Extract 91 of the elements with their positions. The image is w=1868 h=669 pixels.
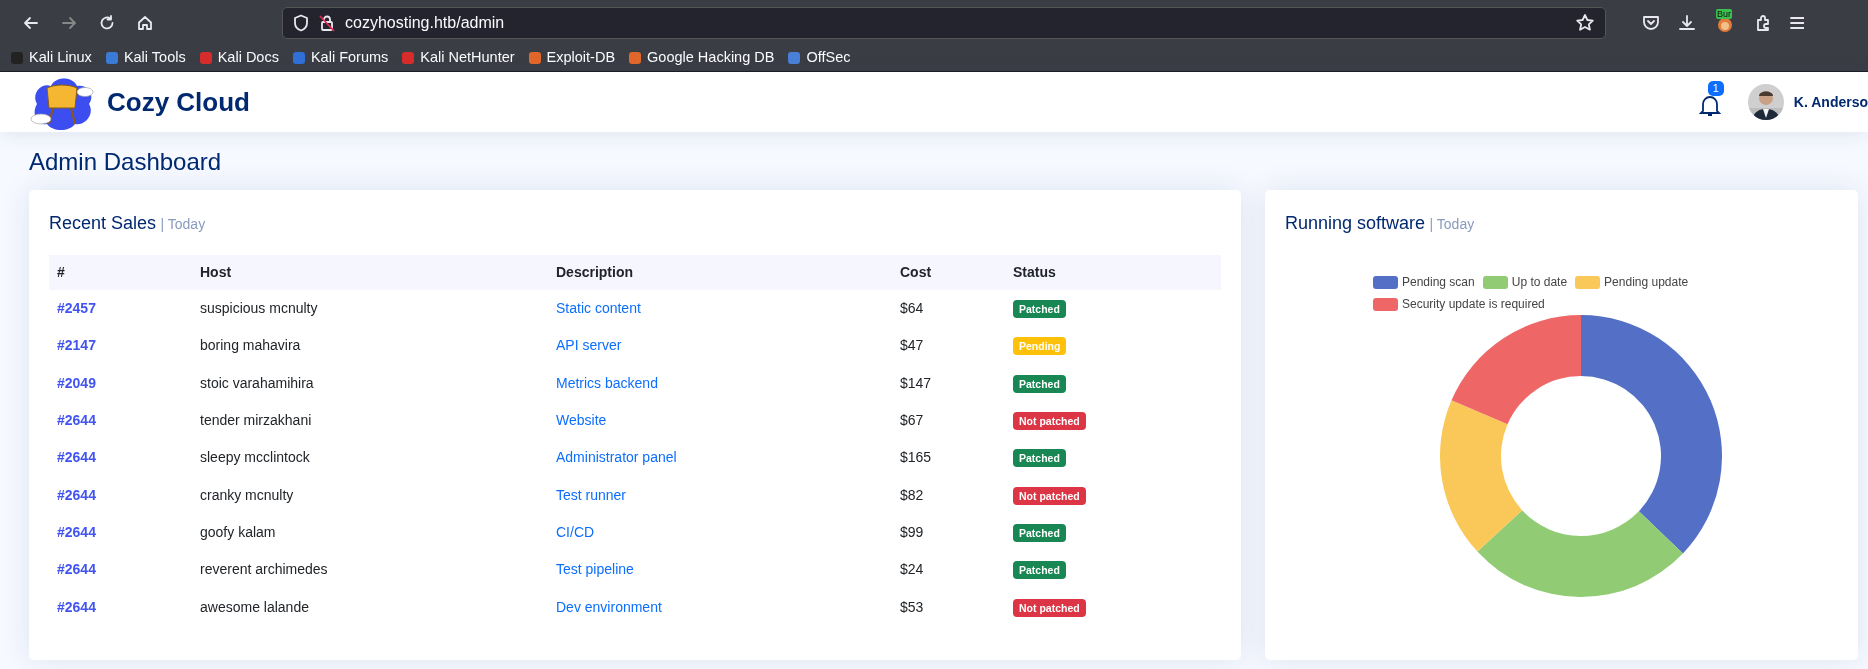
order-link[interactable]: #2457: [57, 300, 96, 317]
cost-cell: $64: [892, 290, 1005, 328]
bookmark-link[interactable]: Kali Tools: [104, 47, 186, 69]
cost-cell-text: $53: [899, 597, 925, 617]
bookmark-icon: [628, 51, 643, 65]
legend-item[interactable]: Pending scan: [1373, 273, 1475, 291]
description-link[interactable]: Website: [556, 412, 607, 429]
shield-icon: [293, 13, 309, 32]
notification-count: 1: [1707, 81, 1724, 96]
host-cell-text: tender mirzakhani: [199, 411, 313, 431]
description-link[interactable]: CI/CD: [556, 523, 595, 540]
host-cell-text: goofy kalam: [199, 522, 277, 542]
description-link[interactable]: Dev environment: [556, 598, 662, 615]
legend-item[interactable]: Pending update: [1575, 273, 1689, 291]
cost-cell-text: $47: [899, 336, 925, 356]
description-link[interactable]: Test pipeline: [556, 561, 634, 578]
description-link[interactable]: API server: [556, 337, 622, 354]
brand-name[interactable]: Cozy Cloud: [107, 82, 250, 122]
insecure-lock-icon: [319, 13, 335, 32]
order-link[interactable]: #2644: [57, 449, 96, 466]
host-cell-text: boring mahavira: [199, 336, 302, 356]
card-title: Running software: [1285, 213, 1426, 233]
bookmark-icon: [401, 51, 416, 65]
bookmark-icon: [787, 51, 802, 65]
status-badge: Not patched: [1013, 412, 1086, 431]
legend-item[interactable]: Security update is required: [1373, 295, 1545, 313]
column-header: Status: [1005, 255, 1221, 290]
order-link[interactable]: #2644: [57, 523, 96, 540]
status-badge: Patched: [1013, 374, 1066, 393]
notification-bell-icon[interactable]: [1698, 93, 1721, 117]
cost-cell-text: $147: [899, 373, 933, 393]
download-icon[interactable]: [1678, 13, 1696, 32]
host-cell: suspicious mcnulty: [192, 290, 548, 328]
description-link[interactable]: Administrator panel: [556, 449, 677, 466]
bookmark-link[interactable]: OffSec: [787, 47, 851, 69]
address-bar[interactable]: cozyhosting.htb/admin: [282, 6, 1606, 39]
extension-button[interactable]: Bur: [1714, 11, 1736, 34]
order-link[interactable]: #2644: [57, 598, 96, 615]
description-link[interactable]: Metrics backend: [556, 374, 658, 391]
bookmark-link[interactable]: Kali Forums: [291, 47, 389, 69]
url-text: cozyhosting.htb/admin: [345, 12, 505, 33]
order-link[interactable]: #2644: [57, 412, 96, 429]
description-link[interactable]: Static content: [556, 300, 641, 317]
order-link[interactable]: #2644: [57, 561, 96, 578]
cost-cell-text: $99: [899, 522, 925, 542]
host-cell-text: cranky mcnulty: [199, 485, 295, 505]
status-badge: Patched: [1013, 523, 1066, 542]
host-cell-text: stoic varahamihira: [199, 373, 315, 393]
status-badge: Not patched: [1013, 598, 1086, 617]
status-badge: Not patched: [1013, 486, 1086, 505]
bookmark-icon: [104, 51, 119, 65]
reload-icon: [98, 13, 116, 32]
cost-cell-text: $82: [899, 485, 925, 505]
card-subtitle: | Today: [160, 216, 206, 232]
status-badge: Patched: [1013, 300, 1066, 319]
status-badge: Patched: [1013, 561, 1066, 580]
legend-item[interactable]: Up to date: [1482, 273, 1568, 291]
column-header: #: [49, 255, 192, 290]
order-link[interactable]: #2644: [57, 486, 96, 503]
cost-cell-text: $165: [899, 448, 933, 468]
bookmark-link[interactable]: Google Hacking DB: [628, 47, 775, 69]
column-header: Host: [192, 255, 548, 290]
user-name[interactable]: K. Anderso: [1793, 91, 1868, 113]
bookmark-link[interactable]: Kali NetHunter: [401, 47, 515, 69]
bookmark-link[interactable]: Kali Linux: [10, 47, 92, 69]
pocket-icon[interactable]: [1642, 13, 1660, 32]
cost-cell-text: $24: [899, 560, 925, 580]
status-badge: Pending: [1013, 337, 1067, 356]
extension-badge: Bur: [1716, 8, 1732, 19]
puzzle-icon[interactable]: [1754, 13, 1772, 32]
home-icon: [136, 13, 154, 32]
column-header: Cost: [892, 255, 1005, 290]
host-cell-text: sleepy mcclintock: [199, 448, 311, 468]
host-cell-text: awesome lalande: [199, 597, 310, 617]
card-subtitle: | Today: [1429, 216, 1475, 232]
bookmark-icon: [291, 51, 306, 65]
order-link[interactable]: #2049: [57, 374, 96, 391]
cost-cell-text: $67: [899, 411, 925, 431]
host-cell-text: reverent archimedes: [199, 560, 329, 580]
bookmark-icon: [527, 51, 542, 65]
bookmark-icon: [10, 51, 24, 65]
bookmark-link[interactable]: Kali Docs: [198, 47, 279, 69]
description-link[interactable]: Test runner: [556, 486, 627, 503]
page-title: Admin Dashboard: [29, 147, 223, 177]
bookmark-icon: [198, 51, 213, 65]
bookmark-link[interactable]: Exploit-DB: [527, 47, 616, 69]
card-title: Recent Sales: [49, 213, 157, 233]
column-header: Description: [548, 255, 892, 290]
bookmark-star-icon[interactable]: [1575, 12, 1595, 33]
order-link[interactable]: #2147: [57, 337, 96, 354]
status-badge: Patched: [1013, 449, 1066, 468]
